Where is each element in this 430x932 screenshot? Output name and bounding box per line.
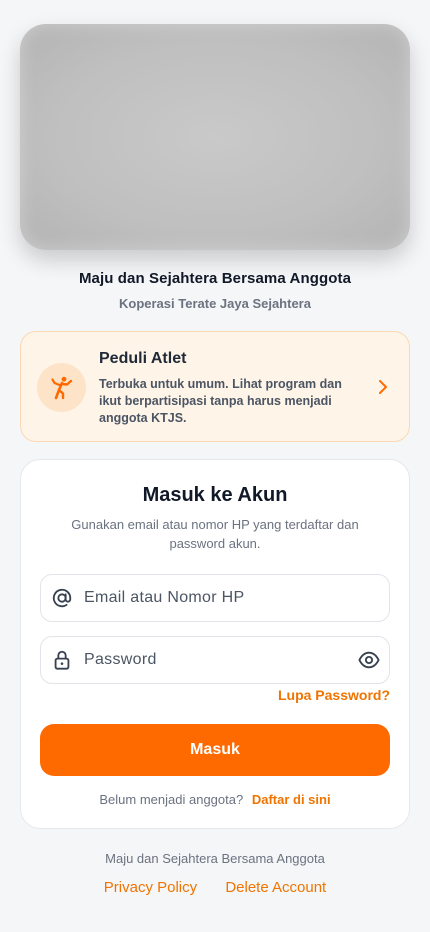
login-submit-button[interactable]: Masuk xyxy=(40,724,390,776)
forgot-password-link[interactable]: Lupa Password? xyxy=(278,687,390,703)
register-question: Belum menjadi anggota? xyxy=(99,792,244,807)
eye-icon[interactable] xyxy=(358,650,380,670)
password-input[interactable] xyxy=(84,637,344,683)
privacy-policy-link[interactable]: Privacy Policy xyxy=(104,879,197,896)
footer-tagline: Maju dan Sejahtera Bersama Anggota xyxy=(105,851,325,866)
footer-links: Privacy Policy Delete Account xyxy=(0,879,430,896)
peduli-atlet-card[interactable]: Peduli Atlet Terbuka untuk umum. Lihat p… xyxy=(20,331,410,442)
login-subtitle: Gunakan email atau nomor HP yang terdaft… xyxy=(71,517,359,551)
chevron-right-icon xyxy=(379,380,387,394)
hero-banner-image xyxy=(20,24,410,250)
email-input[interactable] xyxy=(84,575,344,621)
delete-account-link[interactable]: Delete Account xyxy=(225,879,326,896)
app-tagline: Maju dan Sejahtera Bersama Anggota xyxy=(78,270,352,287)
at-sign-icon xyxy=(52,588,72,608)
lock-icon xyxy=(54,650,70,670)
organization-name: Koperasi Terate Jaya Sejahtera xyxy=(119,296,311,311)
email-field[interactable] xyxy=(40,574,390,622)
promo-title: Peduli Atlet xyxy=(99,350,187,367)
register-prompt: Belum menjadi anggota? Daftar di sini xyxy=(21,792,409,807)
promo-description: Terbuka untuk umum. Lihat program dan ik… xyxy=(99,377,342,425)
password-field[interactable] xyxy=(40,636,390,684)
login-title: Masuk ke Akun xyxy=(142,484,288,506)
login-card: Masuk ke Akun Gunakan email atau nomor H… xyxy=(20,459,410,829)
athlete-kick-icon xyxy=(37,363,86,412)
register-link[interactable]: Daftar di sini xyxy=(252,792,331,807)
